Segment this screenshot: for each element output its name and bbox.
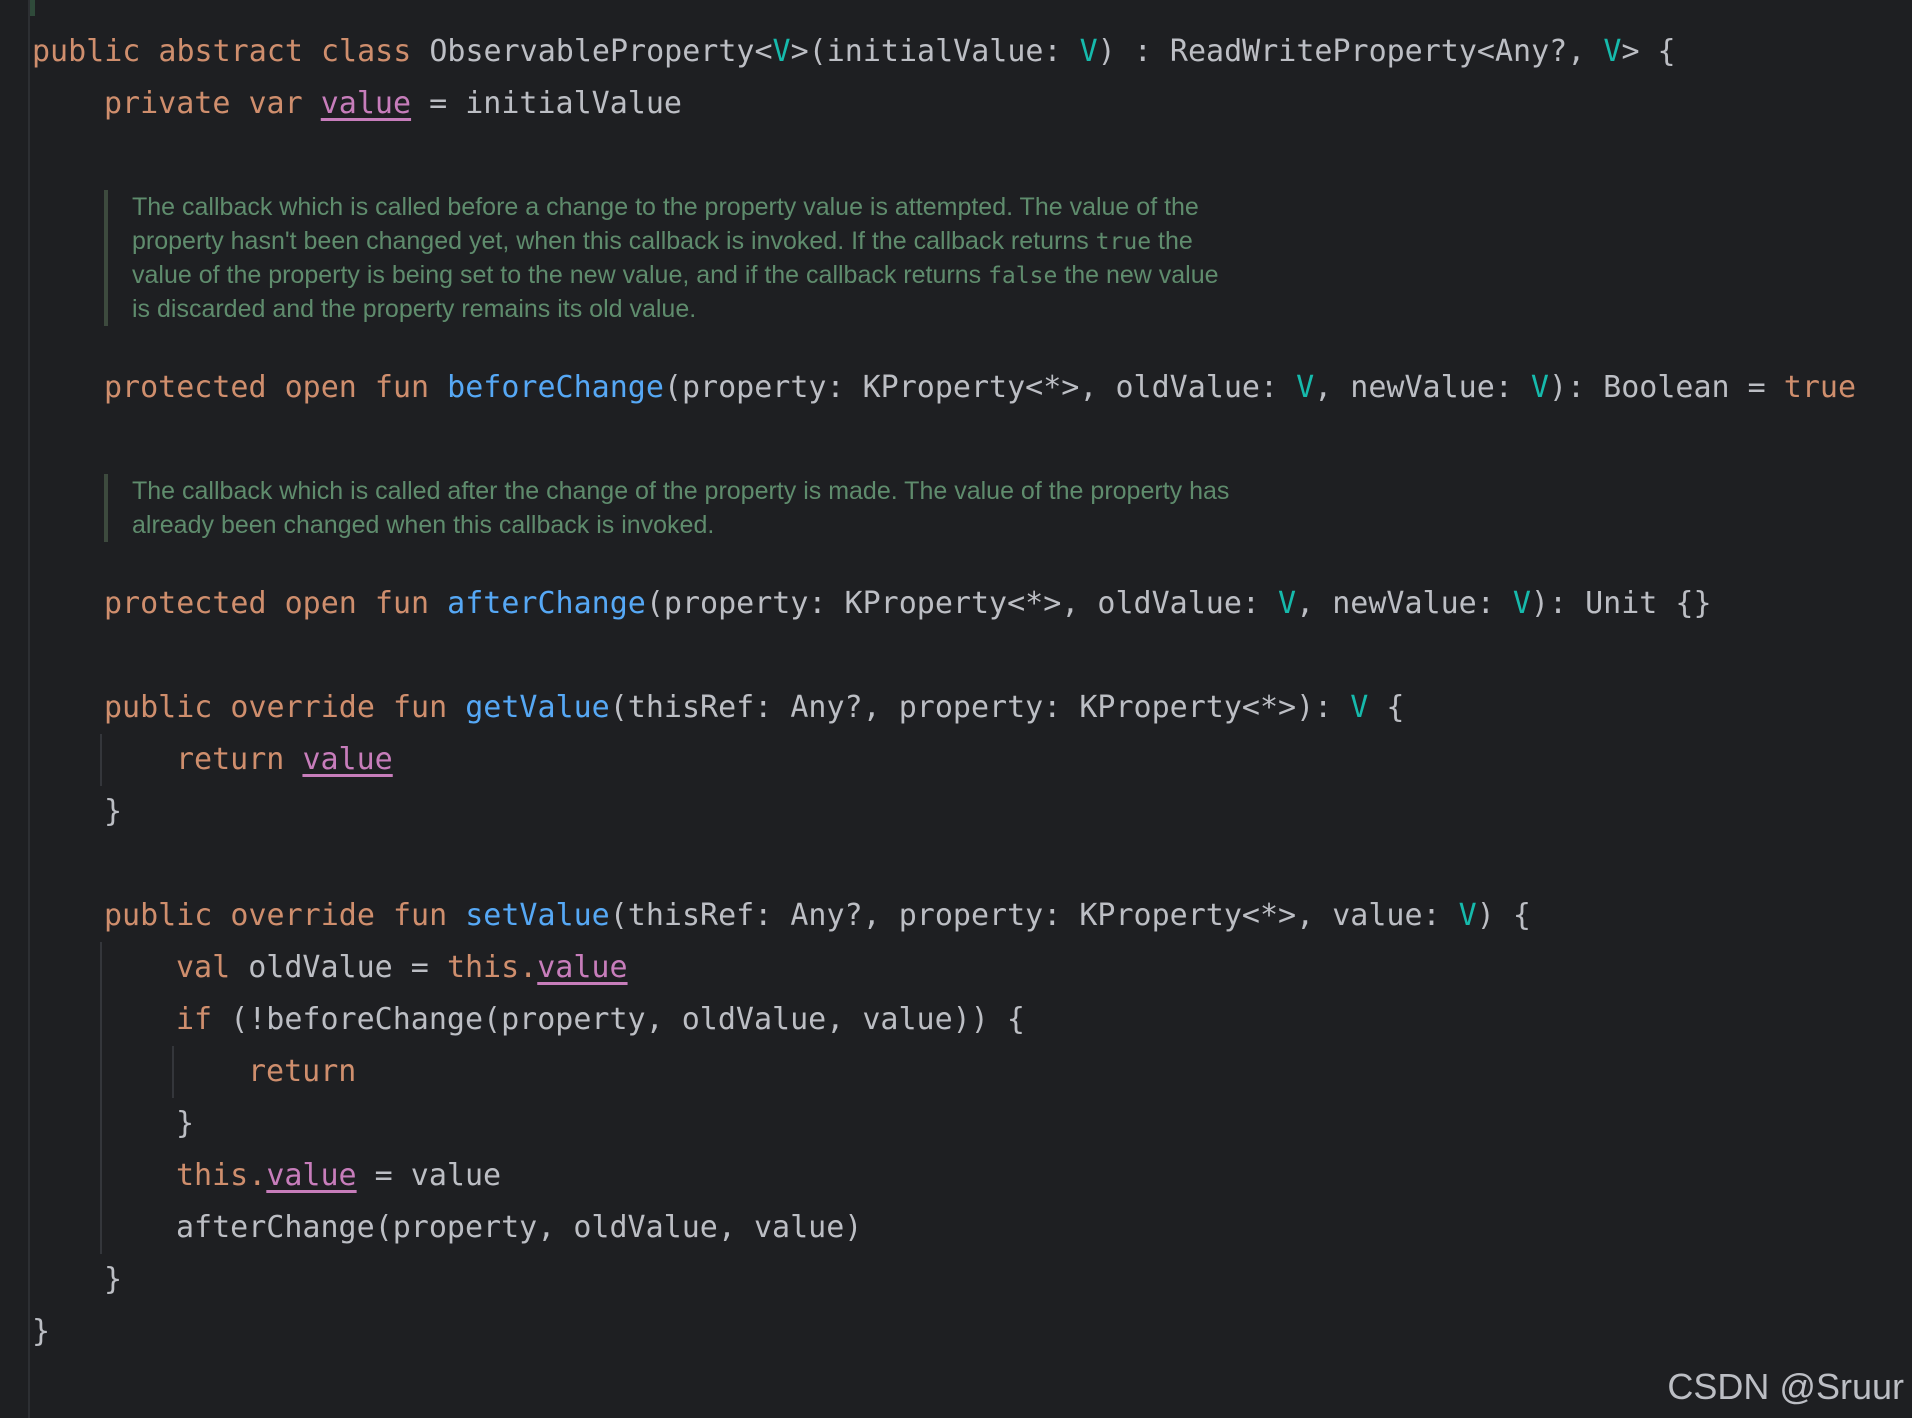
- code-text: , newValue:: [1314, 370, 1531, 405]
- doc-text: value of the property is being set to th…: [132, 261, 989, 289]
- class-name: ObservableProperty<: [429, 34, 773, 69]
- watermark: CSDN @Sruur: [1667, 1366, 1904, 1407]
- doc-line: is discarded and the property remains it…: [132, 295, 697, 323]
- code-text: ): Unit {}: [1530, 586, 1712, 621]
- code-text: (property: KProperty<*>, oldValue:: [663, 370, 1297, 405]
- doc-comment-after-change: The callback which is called after the c…: [104, 474, 1229, 542]
- brace: }: [32, 1314, 51, 1349]
- keyword: protected open fun: [104, 370, 448, 405]
- keyword: this.: [446, 950, 538, 985]
- code-text: , newValue:: [1296, 586, 1513, 621]
- doc-line: already been changed when this callback …: [132, 511, 715, 539]
- code-line-this-assign[interactable]: this.value = value: [176, 1150, 501, 1202]
- keyword: this.: [176, 1158, 267, 1193]
- keyword: return: [248, 1054, 357, 1089]
- type-param: V: [1512, 586, 1531, 621]
- doc-text: the: [1151, 227, 1193, 255]
- code-line-return[interactable]: return: [248, 1046, 356, 1098]
- type-param: V: [1603, 34, 1622, 69]
- indent-guide: [172, 1046, 174, 1098]
- type-param: V: [1079, 34, 1098, 69]
- code-line-class-declaration[interactable]: public abstract class ObservableProperty…: [32, 26, 1676, 78]
- code-text: (thisRef: Any?, property: KProperty<*>):: [609, 690, 1351, 725]
- function-name: setValue: [465, 898, 610, 933]
- function-name: getValue: [465, 690, 610, 725]
- keyword: val: [176, 950, 249, 985]
- code-text: = value: [356, 1158, 502, 1193]
- code-line-if[interactable]: if (!beforeChange(property, oldValue, va…: [176, 994, 1025, 1046]
- code-line-after-change-call[interactable]: afterChange(property, oldValue, value): [176, 1202, 862, 1254]
- code-text: (property: KProperty<*>, oldValue:: [645, 586, 1279, 621]
- doc-code: false: [988, 263, 1058, 289]
- keyword: true: [1783, 370, 1857, 405]
- code-line-return-value[interactable]: return value: [176, 734, 393, 786]
- type-param: V: [1278, 586, 1297, 621]
- brace: }: [176, 1106, 195, 1141]
- type-param: V: [1350, 690, 1369, 725]
- type-param: V: [772, 34, 791, 69]
- function-name: beforeChange: [447, 370, 664, 405]
- property-reference: value: [266, 1158, 357, 1193]
- code-line-private-var[interactable]: private var value = initialValue: [104, 78, 682, 130]
- keyword: private var: [104, 86, 321, 121]
- property-reference: value: [537, 950, 628, 985]
- code-text: ) {: [1476, 898, 1531, 933]
- code-line-close-brace[interactable]: }: [176, 1098, 194, 1150]
- doc-line: The callback which is called after the c…: [132, 477, 1230, 505]
- code-text: >(initialValue:: [790, 34, 1080, 69]
- type-param: V: [1530, 370, 1549, 405]
- brace: }: [104, 794, 123, 829]
- code-text: = initialValue: [411, 86, 682, 121]
- code-text: (thisRef: Any?, property: KProperty<*>, …: [609, 898, 1459, 933]
- property-reference: value: [320, 86, 412, 121]
- keyword: public override fun: [104, 690, 466, 725]
- code-text: ): Boolean =: [1548, 370, 1784, 405]
- type-param: V: [1458, 898, 1477, 933]
- doc-line: property hasn't been changed yet, when t…: [132, 224, 1219, 258]
- keyword: protected open fun: [104, 586, 448, 621]
- change-marker: [30, 0, 35, 16]
- code-editor[interactable]: public abstract class ObservableProperty…: [0, 0, 1912, 1418]
- indent-guide: [100, 734, 102, 786]
- code-line-val-old-value[interactable]: val oldValue = this.value: [176, 942, 628, 994]
- code-text: afterChange(property, oldValue, value): [176, 1210, 863, 1245]
- keyword: if: [176, 1002, 231, 1037]
- code-line-before-change[interactable]: protected open fun beforeChange(property…: [104, 362, 1856, 414]
- code-text: ) : ReadWriteProperty<Any?,: [1097, 34, 1604, 69]
- type-param: V: [1296, 370, 1315, 405]
- doc-comment-before-change: The callback which is called before a ch…: [104, 190, 1219, 326]
- code-line-close-brace[interactable]: }: [104, 786, 122, 838]
- brace: }: [104, 1262, 123, 1297]
- code-text: oldValue =: [248, 950, 447, 985]
- doc-text: the new value: [1057, 261, 1219, 289]
- doc-code: true: [1095, 229, 1152, 255]
- function-name: afterChange: [447, 586, 646, 621]
- code-line-close-class[interactable]: }: [32, 1306, 50, 1358]
- code-text: {: [1368, 690, 1405, 725]
- doc-text: property hasn't been changed yet, when t…: [132, 227, 1096, 255]
- gutter-divider: [28, 0, 30, 1418]
- doc-line: The callback which is called before a ch…: [132, 193, 1199, 221]
- code-text: (!beforeChange(property, oldValue, value…: [230, 1002, 1025, 1037]
- property-reference: value: [302, 742, 393, 777]
- keyword: return: [176, 742, 303, 777]
- doc-line: value of the property is being set to th…: [132, 258, 1219, 292]
- keyword: public override fun: [104, 898, 466, 933]
- indent-guide: [100, 942, 102, 1254]
- code-line-after-change[interactable]: protected open fun afterChange(property:…: [104, 578, 1712, 630]
- code-line-get-value[interactable]: public override fun getValue(thisRef: An…: [104, 682, 1404, 734]
- keyword: public abstract class: [32, 34, 430, 69]
- code-line-close-brace[interactable]: }: [104, 1254, 122, 1306]
- code-text: > {: [1621, 34, 1676, 69]
- code-line-set-value[interactable]: public override fun setValue(thisRef: An…: [104, 890, 1531, 942]
